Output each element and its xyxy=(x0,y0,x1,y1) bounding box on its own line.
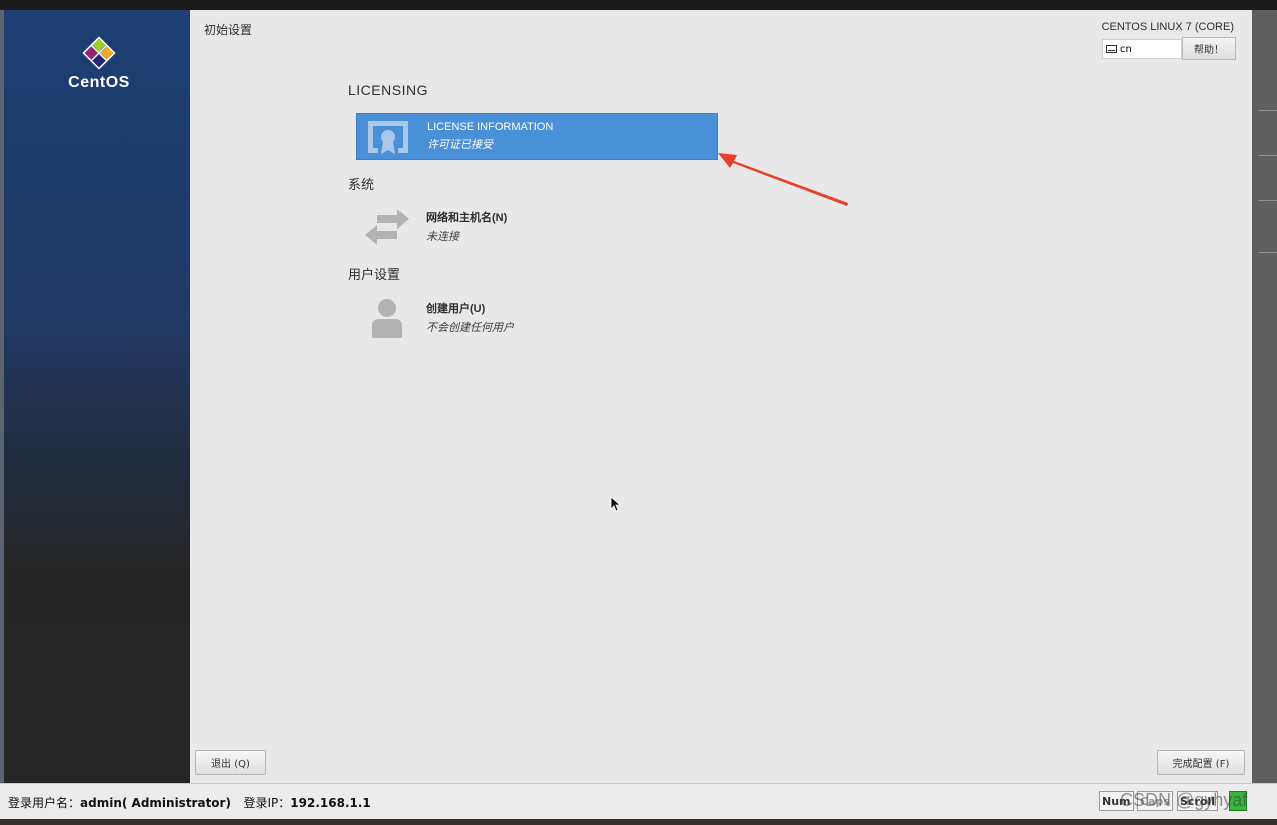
keyboard-layout-value: cn xyxy=(1120,43,1132,55)
annotation-arrow-icon xyxy=(718,153,848,206)
logo-text: CentOS xyxy=(68,74,130,91)
spoke-status: 许可证已接受 xyxy=(427,138,493,151)
spoke-name: 网络和主机名(N) xyxy=(426,212,508,224)
spoke-status: 未连接 xyxy=(426,230,459,243)
page-title: 初始设置 xyxy=(204,23,253,37)
ip-label: 登录IP： xyxy=(243,796,291,810)
host-window-right-edge xyxy=(1252,10,1277,785)
watermark: CSDN @gyhyaf xyxy=(1120,790,1248,810)
product-title: CENTOS LINUX 7 (CORE) xyxy=(1101,21,1234,33)
user-value: admin( Administrator) xyxy=(80,796,231,810)
finish-configuration-button[interactable]: 完成配置 (F) xyxy=(1157,750,1245,775)
quit-button[interactable]: 退出 (Q) xyxy=(195,750,266,775)
centos-logo-icon xyxy=(82,36,116,70)
host-window-bottom-strip xyxy=(0,819,1277,825)
host-window-top-strip xyxy=(0,0,1277,10)
user-label: 登录用户名： xyxy=(8,796,81,810)
ip-value: 192.168.1.1 xyxy=(290,796,371,810)
login-info: 登录用户名：admin( Administrator) 登录IP：192.168… xyxy=(8,794,371,811)
section-title-user-settings: 用户设置 xyxy=(348,268,401,283)
centos-logo: CentOS xyxy=(64,36,134,92)
installer-sidebar: CentOS xyxy=(4,10,190,783)
network-arrows-icon xyxy=(365,208,409,245)
keyboard-icon xyxy=(1106,45,1117,53)
mouse-cursor-icon xyxy=(610,496,620,512)
spoke-license-information[interactable]: LICENSE INFORMATION 许可证已接受 xyxy=(356,113,718,160)
section-title-licensing: LICENSING xyxy=(348,82,428,98)
status-bar: 登录用户名：admin( Administrator) 登录IP：192.168… xyxy=(0,783,1277,819)
help-button[interactable]: 帮助！ xyxy=(1182,37,1236,60)
user-icon xyxy=(372,298,402,338)
section-title-system: 系统 xyxy=(348,178,375,193)
spoke-name: 创建用户(U) xyxy=(426,303,486,315)
spoke-name: LICENSE INFORMATION xyxy=(427,121,554,133)
spoke-status: 不会创建任何用户 xyxy=(426,321,514,334)
spoke-create-user[interactable]: 创建用户(U) 不会创建任何用户 xyxy=(356,294,718,341)
spoke-network-hostname[interactable]: 网络和主机名(N) 未连接 xyxy=(356,203,718,250)
initial-setup-hub: 初始设置 CENTOS LINUX 7 (CORE) cn 帮助！ LICENS… xyxy=(190,10,1252,783)
keyboard-layout-indicator[interactable]: cn xyxy=(1102,39,1182,59)
license-certificate-icon xyxy=(368,120,408,154)
